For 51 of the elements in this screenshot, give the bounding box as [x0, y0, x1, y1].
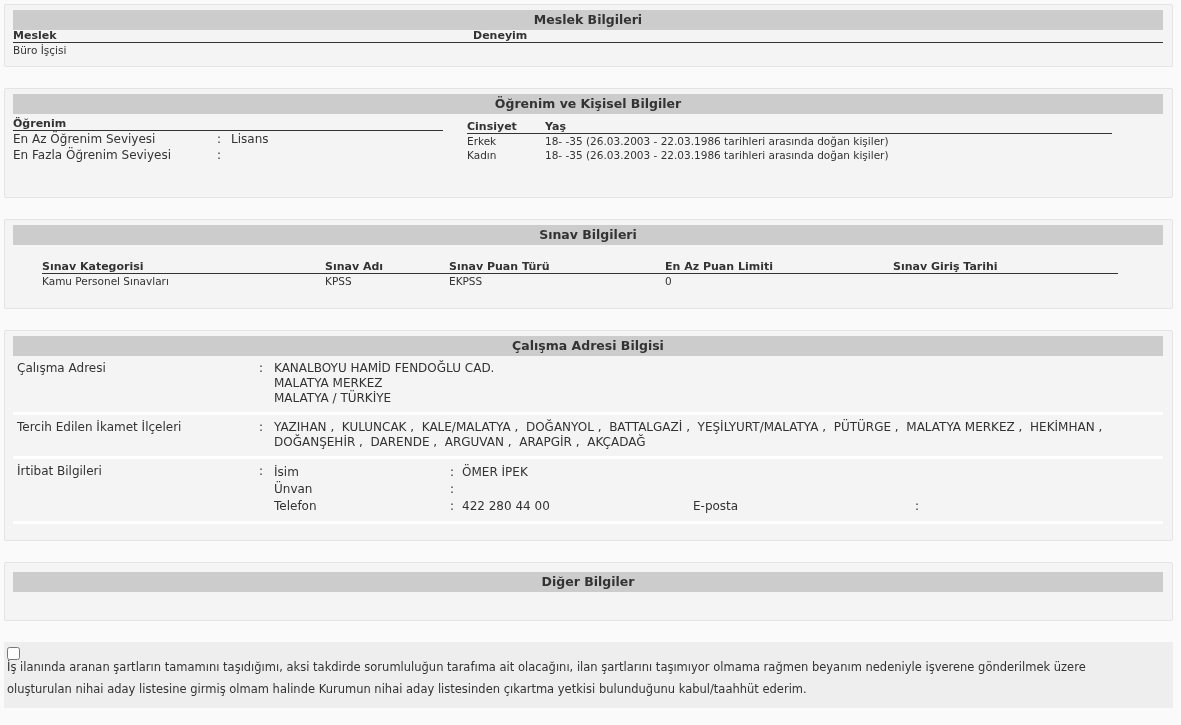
- section-title: Sınav Bilgileri: [13, 225, 1163, 245]
- column-header: Sınav Kategorisi: [42, 261, 145, 273]
- column-header: Meslek: [13, 30, 58, 42]
- column-header: Deneyim: [473, 30, 529, 42]
- separator: :: [915, 498, 921, 515]
- separator: :: [259, 464, 265, 480]
- address-line: KANALBOYU HAMİD FENDOĞLU CAD.: [274, 361, 496, 376]
- table-cell-text: 18- -35 (26.03.2003 - 22.03.1986 tarihleri arasında doğan kişiler): [545, 148, 890, 162]
- district-list: YAZIHAN , KULUNCAK , KALE/MALATYA , DOĞANYOL , BATTALGAZİ , YEŞİLYURT/MALATYA , PÜTÜRGE , MALATYA MERKEZ , HEKİMHAN , DOĞANŞEHİR , DARENDE , ARGUVAN , ARAPGİR , AKÇADAĞ: [274, 420, 1159, 450]
- table-cell-text: Erkek: [467, 134, 498, 148]
- checkbox[interactable]: [7, 647, 20, 660]
- section-title: Öğrenim ve Kişisel Bilgiler: [13, 94, 1163, 114]
- declaration-text: İş ilanında aranan şartların tamamını taşıdığımı, aksi takdirde sorumluluğun tarafıma ait olacağını, ilan şartlarını taşımıyor olmama rağmen beyanım nedeniyle işverene gönderilmek üzere oluşturulan nihai aday listesine girmiş olmam halinde Kurumun nihai aday listesinden çıkartma yetkisi bulunduğunu kabul/taahhüt ederim.: [7, 659, 1087, 698]
- address-line: MALATYA MERKEZ: [274, 376, 384, 390]
- field-label: Ünvan: [274, 481, 314, 498]
- field-label: Tercih Edilen İkamet İlçeleri: [17, 420, 183, 436]
- separator: :: [450, 498, 456, 515]
- table-cell-text: Büro İşçisi: [13, 43, 68, 57]
- column-header: Cinsiyet: [467, 121, 518, 133]
- field-label: En Fazla Öğrenim Seviyesi: [13, 147, 173, 163]
- table-cell-text: 18- -35 (26.03.2003 - 22.03.1986 tarihleri arasında doğan kişiler): [545, 134, 890, 148]
- separator: :: [217, 131, 223, 147]
- table-cell-text: 0: [665, 274, 673, 288]
- column-header: Sınav Puan Türü: [449, 261, 551, 273]
- field-label: Çalışma Adresi: [17, 361, 107, 377]
- column-header: En Az Puan Limiti: [665, 261, 774, 273]
- separator: :: [259, 361, 265, 377]
- section-title: Meslek Bilgileri: [13, 10, 1163, 30]
- section-title: Çalışma Adresi Bilgisi: [13, 336, 1163, 356]
- separator: :: [450, 481, 456, 498]
- column-header: Sınav Adı: [325, 261, 385, 273]
- field-value: ÖMER İPEK: [462, 464, 529, 481]
- column-header: Sınav Giriş Tarihi: [893, 261, 999, 273]
- field-value: 422 280 44 00: [462, 498, 551, 515]
- separator: :: [217, 147, 223, 163]
- table-cell-text: EKPSS: [449, 274, 484, 288]
- separator: :: [259, 420, 265, 436]
- table-cell-text: Kamu Personel Sınavları: [42, 274, 170, 288]
- address-line: MALATYA / TÜRKİYE: [274, 391, 393, 406]
- separator: :: [450, 464, 456, 481]
- column-header: Öğrenim: [13, 118, 68, 130]
- field-label: İsim: [274, 464, 300, 481]
- table-cell-text: KPSS: [325, 274, 353, 288]
- field-label: E-posta: [693, 498, 740, 515]
- field-label: En Az Öğrenim Seviyesi: [13, 131, 157, 147]
- section-title: Diğer Bilgiler: [13, 572, 1163, 592]
- field-value: Lisans: [231, 131, 270, 147]
- field-label: İrtibat Bilgileri: [17, 464, 103, 480]
- column-header: Yaş: [545, 121, 567, 133]
- table-cell-text: Kadın: [467, 148, 498, 162]
- field-label: Telefon: [274, 498, 318, 515]
